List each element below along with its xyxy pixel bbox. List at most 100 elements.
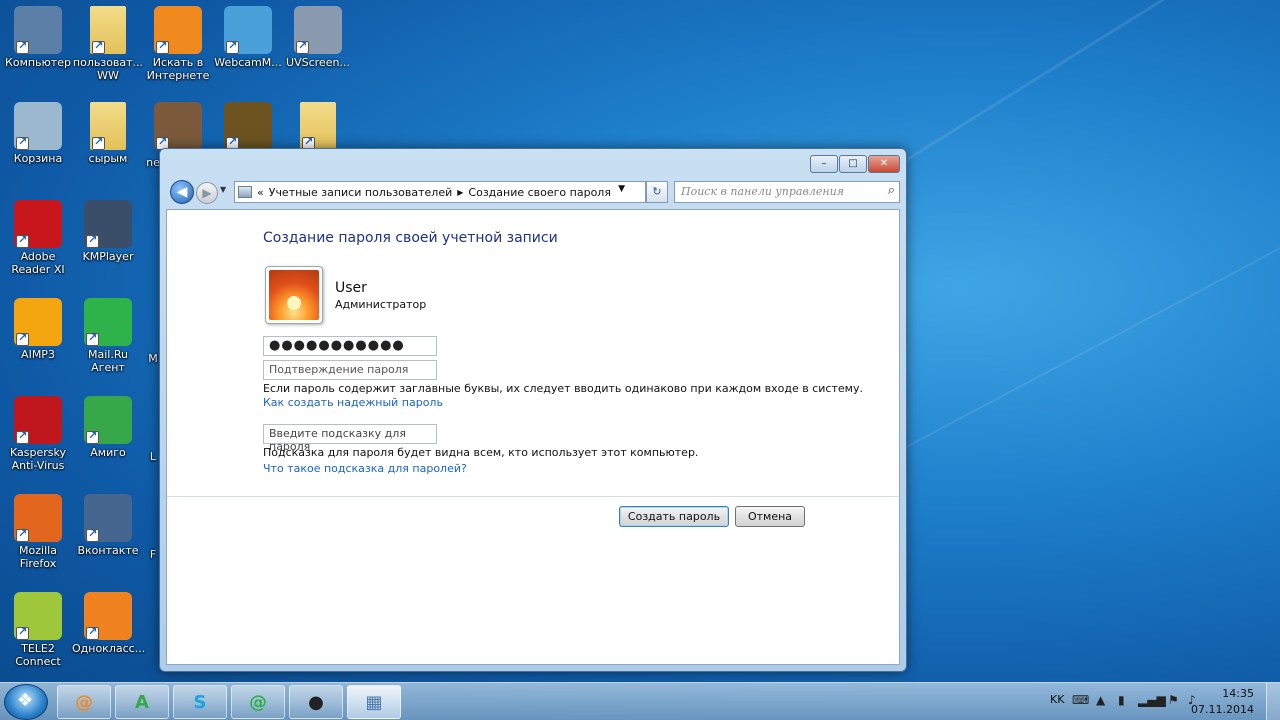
create-password-button[interactable]: Создать пароль xyxy=(619,506,729,527)
odnoklassniki-icon xyxy=(84,592,132,640)
minimize-button[interactable]: – xyxy=(810,155,838,173)
new-password-field[interactable]: ●●●●●●●●●●● xyxy=(263,336,437,356)
desktop-icon[interactable] xyxy=(282,102,354,152)
clock-time[interactable]: 14:35 xyxy=(1222,687,1254,700)
close-button[interactable]: ✕ xyxy=(868,155,900,173)
desktop-icon[interactable]: Adobe Reader XI xyxy=(2,200,74,276)
desktop-icon[interactable]: Вконтакте xyxy=(72,494,144,557)
refresh-icon[interactable]: ↻ xyxy=(646,181,668,203)
desktop-icon[interactable]: KMPlayer xyxy=(72,200,144,263)
desktop-icon[interactable]: Kaspersky Anti-Virus xyxy=(2,396,74,472)
desktop-icon[interactable]: TELE2 Connect xyxy=(2,592,74,668)
shortcut-arrow-icon xyxy=(16,135,29,150)
keyboard-icon[interactable]: ⌨ xyxy=(1072,693,1089,707)
shortcut-arrow-icon xyxy=(16,39,29,54)
desktop-icon[interactable]: Однокласс... xyxy=(72,592,145,655)
desktop-icon-label: Kaspersky Anti-Virus xyxy=(10,446,66,472)
wallpaper-streak xyxy=(879,234,1280,462)
cancel-button[interactable]: Отмена xyxy=(735,506,805,527)
desktop-icon[interactable]: Mozilla Firefox xyxy=(2,494,74,570)
strong-password-link[interactable]: Как создать надежный пароль xyxy=(263,396,443,409)
recent-pages-dropdown[interactable]: ▼ xyxy=(220,185,226,194)
page-title: Создание пароля своей учетной записи xyxy=(263,230,558,246)
webcam-icon xyxy=(224,6,272,54)
show-desktop-button[interactable] xyxy=(1266,683,1280,720)
battery-icon[interactable]: ▮ xyxy=(1118,693,1125,707)
kmplayer-icon xyxy=(84,200,132,248)
desktop-icon[interactable]: Корзина xyxy=(2,102,74,165)
mailru-agent-icon: @ xyxy=(75,691,93,713)
taskbar-button[interactable]: S xyxy=(173,685,227,719)
breadcrumb-separator-icon[interactable]: ▶ xyxy=(457,188,463,197)
address-dropdown-icon[interactable]: ▼ xyxy=(618,184,625,194)
partial-desktop-icon-label: ne xyxy=(146,156,160,169)
window-caption-buttons: – □ ✕ xyxy=(810,155,900,173)
desktop-icon[interactable]: пользоват... WW xyxy=(72,6,144,82)
mailru-agent-icon xyxy=(84,298,132,346)
search-input[interactable]: Поиск в панели управления ⌕ xyxy=(674,181,900,203)
password-hint-field[interactable]: Введите подсказку для пароля xyxy=(263,424,437,453)
recycle-bin-icon xyxy=(14,102,62,150)
tele2-icon xyxy=(14,592,62,640)
desktop-icon[interactable]: Амиго xyxy=(72,396,144,459)
control-panel-icon xyxy=(238,186,252,198)
obs-icon: ● xyxy=(308,691,324,713)
desktop-icon[interactable]: сырым xyxy=(72,102,144,165)
password-hint-help-link[interactable]: Что такое подсказка для паролей? xyxy=(263,462,467,475)
folder-icon xyxy=(90,6,126,54)
search-icon[interactable]: ⌕ xyxy=(888,183,895,198)
desktop-icon[interactable]: AIMP3 xyxy=(2,298,74,361)
show-hidden-icons-icon[interactable]: ▲ xyxy=(1096,693,1105,707)
taskbar-button[interactable]: A xyxy=(115,685,169,719)
desktop-icon-label: Компьютер xyxy=(5,56,71,69)
skype-icon: S xyxy=(193,691,207,713)
taskbar-button[interactable]: ▦ xyxy=(347,685,401,719)
clock-date[interactable]: 07.11.2014 xyxy=(1191,703,1254,716)
partial-desktop-icon-label: L xyxy=(149,450,157,463)
desktop-icon[interactable] xyxy=(212,102,284,152)
adobe-reader-icon xyxy=(14,200,62,248)
folder-icon xyxy=(300,102,336,150)
divider xyxy=(167,496,899,497)
desktop-icon-label: сырым xyxy=(88,152,128,165)
user-role: Администратор xyxy=(335,298,427,311)
shortcut-arrow-icon xyxy=(16,527,29,542)
confirm-password-field[interactable]: Подтверждение пароля xyxy=(263,360,437,380)
hint-visibility-note: Подсказка для пароля будет видна всем, к… xyxy=(263,446,699,459)
search-web-icon xyxy=(154,6,202,54)
shortcut-arrow-icon xyxy=(16,233,29,248)
action-center-flag-icon[interactable]: ⚑ xyxy=(1168,693,1179,707)
breadcrumb-prefix[interactable]: « xyxy=(257,186,264,199)
taskbar-button[interactable]: @ xyxy=(231,685,285,719)
desktop-icon[interactable]: Искать в Интернете xyxy=(142,6,214,82)
network-icon[interactable]: ▂▄▆ xyxy=(1138,693,1166,707)
taskbar-button[interactable]: @ xyxy=(57,685,111,719)
desktop-icon-label: Амиго xyxy=(90,446,126,459)
screen-capture-icon xyxy=(294,6,342,54)
forward-arrow-icon[interactable]: ▶ xyxy=(196,182,218,204)
address-bar[interactable]: « Учетные записи пользователей ▶ Создани… xyxy=(234,181,646,203)
kaspersky-icon xyxy=(14,396,62,444)
language-indicator[interactable]: KK xyxy=(1050,693,1064,706)
caps-lock-note: Если пароль содержит заглавные буквы, их… xyxy=(263,382,863,395)
game-icon xyxy=(224,102,272,150)
desktop-icon[interactable]: WebcamM... xyxy=(212,6,284,69)
maximize-button[interactable]: □ xyxy=(839,155,867,173)
mailru-agent-icon: @ xyxy=(249,691,267,713)
desktop-icon-label: WebcamM... xyxy=(214,56,282,69)
start-button[interactable] xyxy=(4,684,48,720)
taskbar-button[interactable]: ● xyxy=(289,685,343,719)
breadcrumb-create-password[interactable]: Создание своего пароля xyxy=(468,186,611,199)
user-picture-flower xyxy=(269,270,319,320)
shortcut-arrow-icon xyxy=(86,233,99,248)
avatar xyxy=(265,266,323,324)
desktop-icon[interactable]: Mail.Ru Агент xyxy=(72,298,144,374)
desktop-icon[interactable]: UVScreen... xyxy=(282,6,354,69)
aimp-icon xyxy=(14,298,62,346)
back-arrow-icon[interactable]: ◀ xyxy=(170,180,194,204)
breadcrumb-user-accounts[interactable]: Учетные записи пользователей xyxy=(269,186,453,199)
desktop-icon[interactable]: Компьютер xyxy=(2,6,74,69)
desktop-icon-label: KMPlayer xyxy=(82,250,134,263)
user-name: User xyxy=(335,280,367,296)
shortcut-arrow-icon xyxy=(86,429,99,444)
